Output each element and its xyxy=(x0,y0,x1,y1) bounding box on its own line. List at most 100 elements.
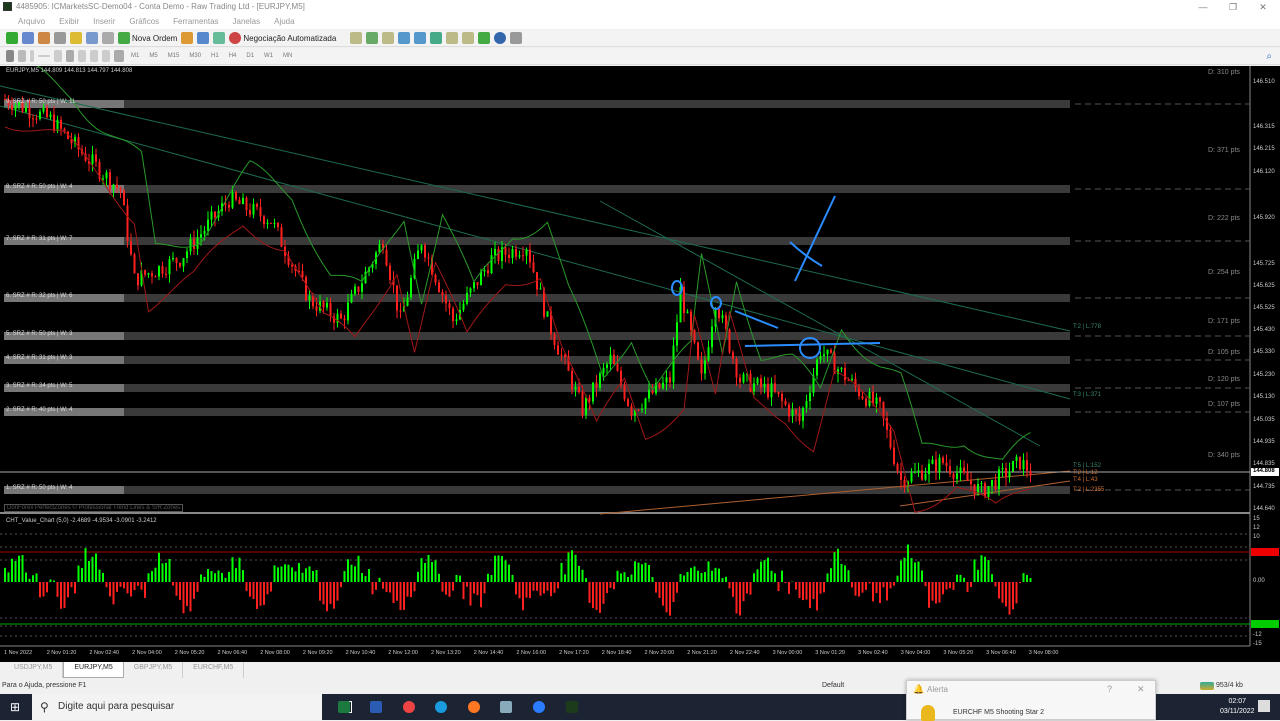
search-icon[interactable]: ⌕ xyxy=(1266,51,1272,62)
maximize-button[interactable]: ❐ xyxy=(1218,0,1248,14)
line-chart-icon[interactable] xyxy=(382,32,395,44)
market-watch-icon[interactable] xyxy=(38,32,50,44)
zoom-in-icon[interactable] xyxy=(398,32,411,44)
label-icon[interactable] xyxy=(102,50,110,62)
bear-candle xyxy=(651,389,654,394)
bear-candle xyxy=(669,377,671,383)
app-icon[interactable] xyxy=(500,701,512,713)
bull-candle xyxy=(665,377,668,383)
algo-trading-icon xyxy=(229,32,242,44)
bear-candle xyxy=(697,342,699,360)
bull-candle xyxy=(483,270,486,272)
bear-candle xyxy=(235,192,237,200)
tab-gbpjpy[interactable]: GBPJPY,M5 xyxy=(124,662,184,678)
bear-candle xyxy=(893,447,895,464)
terminal-icon[interactable] xyxy=(86,32,98,44)
bear-candle xyxy=(175,257,178,263)
tab-usdjpy[interactable]: USDJPY,M5 xyxy=(4,662,64,678)
metatrader-icon[interactable] xyxy=(566,701,578,713)
alert-close-button[interactable]: ✕ xyxy=(1137,684,1145,695)
timeframe-m1[interactable]: M1 xyxy=(128,53,142,59)
word-icon[interactable] xyxy=(370,701,382,713)
bull-candle xyxy=(742,374,745,383)
tab-eurjpy[interactable]: EURJPY,M5 xyxy=(63,662,124,678)
algo-trading-button[interactable]: Negociação Automatizada xyxy=(229,32,336,44)
alert-bell-icon xyxy=(921,705,935,721)
text-icon[interactable] xyxy=(90,50,98,62)
zoom-out-icon[interactable] xyxy=(414,32,427,44)
data-window-icon[interactable] xyxy=(54,32,66,44)
edge-icon[interactable] xyxy=(435,701,447,713)
menu-ajuda[interactable]: Ajuda xyxy=(274,14,294,29)
chart-shift-icon[interactable] xyxy=(462,32,475,44)
time-label: 2 Nov 20:00 xyxy=(644,650,675,656)
new-chart-icon[interactable] xyxy=(6,32,18,44)
crosshair-icon[interactable] xyxy=(18,50,26,62)
tester-icon[interactable] xyxy=(102,32,114,44)
navigator-icon[interactable] xyxy=(70,32,82,44)
bull-candle xyxy=(203,230,206,235)
price-tick: 144.835 xyxy=(1253,461,1275,467)
timeframe-w1[interactable]: W1 xyxy=(261,53,276,59)
periods-icon[interactable] xyxy=(494,32,507,44)
cursor-icon[interactable] xyxy=(6,50,14,62)
chrome-icon[interactable] xyxy=(403,701,415,713)
menu-bar: Arquivo Exibir Inserir Gráficos Ferramen… xyxy=(0,14,1280,29)
bull-candle xyxy=(672,345,675,383)
minimize-button[interactable]: — xyxy=(1188,0,1218,14)
menu-graficos[interactable]: Gráficos xyxy=(129,14,159,29)
new-order-button[interactable]: Nova Ordem xyxy=(118,32,177,44)
autoscroll-icon[interactable] xyxy=(446,32,459,44)
chart-window[interactable]: EURJPY,M5 144.809 144.813 144.797 144.80… xyxy=(0,66,1280,662)
metaeditor-icon[interactable] xyxy=(181,32,194,44)
timeframe-m30[interactable]: M30 xyxy=(186,53,204,59)
menu-ferramentas[interactable]: Ferramentas xyxy=(173,14,218,29)
timeframe-d1[interactable]: D1 xyxy=(243,53,257,59)
menu-janelas[interactable]: Janelas xyxy=(233,14,261,29)
alert-popup[interactable]: 🔔 Alerta ? ✕ EURCHF M5 Shooting Star 2 xyxy=(906,680,1156,721)
timeframe-m15[interactable]: M15 xyxy=(165,53,183,59)
menu-exibir[interactable]: Exibir xyxy=(59,14,79,29)
market-icon[interactable] xyxy=(213,32,226,44)
arrows-icon[interactable] xyxy=(114,50,124,62)
menu-arquivo[interactable]: Arquivo xyxy=(18,14,45,29)
profile-label: Default xyxy=(822,682,845,689)
horizontal-line-icon[interactable] xyxy=(38,55,50,57)
menu-inserir[interactable]: Inserir xyxy=(93,14,115,29)
timeframe-m5[interactable]: M5 xyxy=(146,53,160,59)
zoom-app-icon[interactable] xyxy=(533,701,545,713)
timeframe-h1[interactable]: H1 xyxy=(208,53,222,59)
tab-eurchf[interactable]: EURCHF,M5 xyxy=(183,662,245,678)
trendline-label: T:2 | L:12 xyxy=(1073,470,1098,476)
bar-chart-icon[interactable] xyxy=(350,32,363,44)
notifications-icon[interactable] xyxy=(1258,700,1270,712)
clock[interactable]: 02:07 03/11/2022 xyxy=(1220,697,1255,717)
bear-candle xyxy=(476,282,479,286)
bull-candle xyxy=(518,255,521,257)
timeframe-mn[interactable]: MN xyxy=(280,53,295,59)
price-chart-canvas[interactable] xyxy=(0,66,1280,662)
trendline-icon[interactable] xyxy=(54,50,62,62)
windows-start-icon[interactable]: ⊞ xyxy=(10,700,20,714)
signals-icon[interactable] xyxy=(197,32,210,44)
candlestick-icon[interactable] xyxy=(366,32,379,44)
channel-icon[interactable] xyxy=(78,50,86,62)
bear-candle xyxy=(903,479,906,488)
connection-status[interactable]: 953/4 kb xyxy=(1200,678,1243,694)
excel-icon[interactable] xyxy=(338,701,350,713)
bear-candle xyxy=(427,257,430,259)
sr-zone-label: 9. SRZ # R: 50 pts | W: 11 xyxy=(6,99,76,105)
profiles-icon[interactable] xyxy=(22,32,34,44)
distance-label: D: 254 pts xyxy=(1208,269,1240,276)
tile-windows-icon[interactable] xyxy=(430,32,443,44)
indicators-icon[interactable] xyxy=(478,32,491,44)
timeframe-h4[interactable]: H4 xyxy=(226,53,240,59)
vertical-line-icon[interactable] xyxy=(30,50,34,62)
help-button[interactable]: ? xyxy=(1107,684,1112,694)
close-button[interactable]: ✕ xyxy=(1248,0,1278,14)
fibonacci-icon[interactable] xyxy=(66,50,74,62)
templates-icon[interactable] xyxy=(510,32,523,44)
annotation-circle xyxy=(799,337,822,359)
firefox-icon[interactable] xyxy=(468,701,480,713)
taskbar-search[interactable]: ⚲ Digite aqui para pesquisar xyxy=(32,694,322,720)
